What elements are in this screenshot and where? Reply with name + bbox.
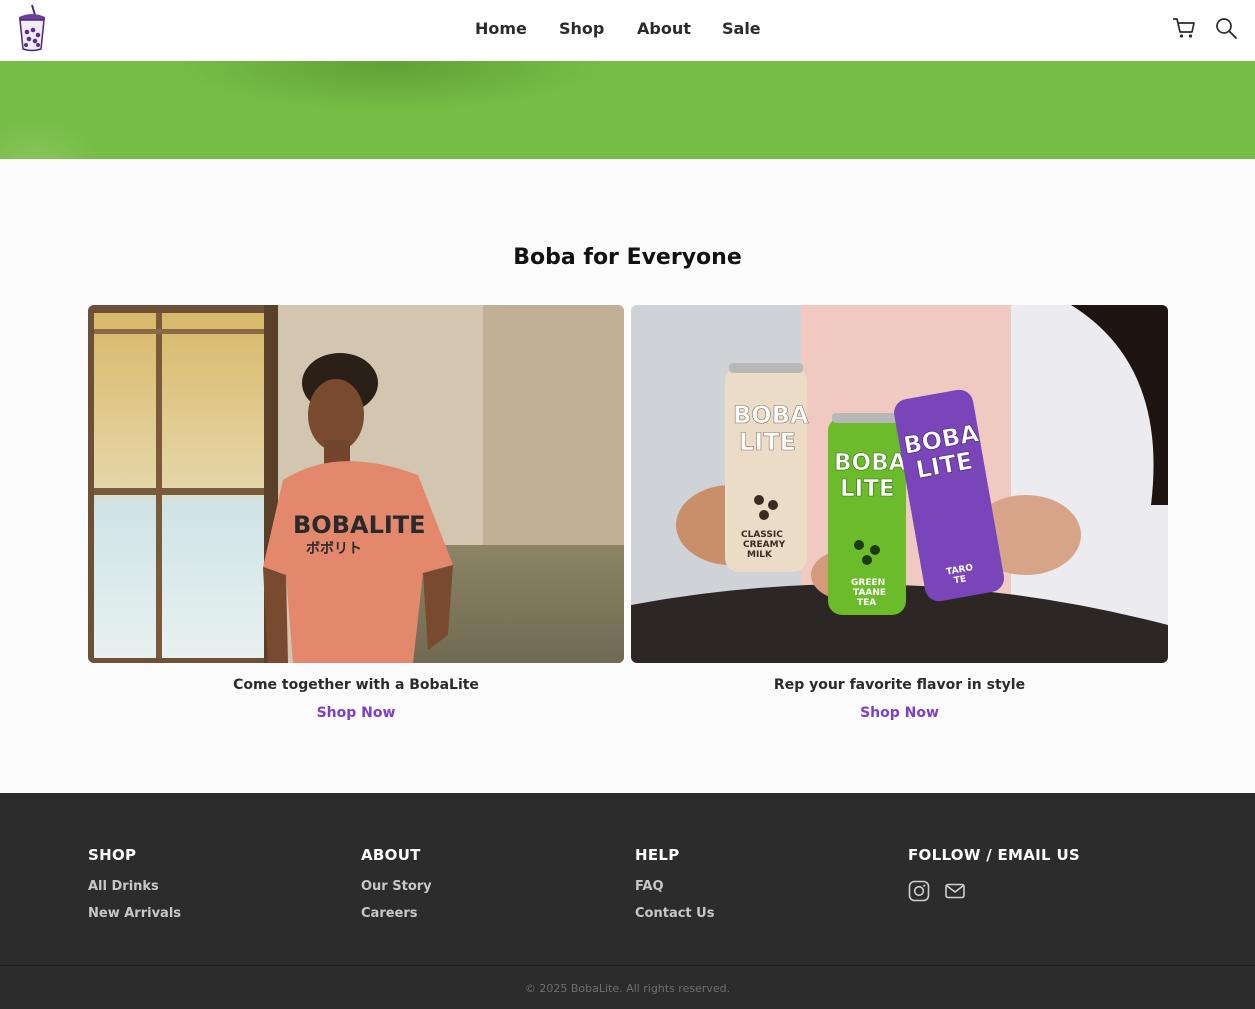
footer-heading-follow: FOLLOW / EMAIL US xyxy=(908,846,1081,864)
footer-column-follow: FOLLOW / EMAIL US xyxy=(908,846,1080,902)
footer-column-about: ABOUT Our Story Careers xyxy=(361,846,432,934)
footer-link-all-drinks[interactable]: All Drinks xyxy=(88,880,181,894)
footer-link-faq[interactable]: FAQ xyxy=(635,880,714,894)
boba-cup-logo-icon[interactable] xyxy=(14,3,50,53)
footer-link-contact-us[interactable]: Contact Us xyxy=(635,907,714,921)
section-title: Boba for Everyone xyxy=(513,245,742,270)
search-icon[interactable] xyxy=(1214,16,1238,40)
social-links xyxy=(908,880,1080,902)
instagram-icon[interactable] xyxy=(908,880,930,902)
nav-shop[interactable]: Shop xyxy=(559,18,604,40)
footer-link-careers[interactable]: Careers xyxy=(361,907,432,921)
card-caption-2: Rep your favorite flavor in style xyxy=(773,677,1026,693)
shop-now-link-1[interactable]: Shop Now xyxy=(88,705,624,721)
footer-divider xyxy=(0,965,1255,966)
card-caption-1: Come together with a BobaLite xyxy=(233,677,479,693)
can2-brand-line1: BOBA xyxy=(834,450,907,476)
nav-home[interactable]: Home xyxy=(475,18,527,40)
can2-flavor-3: TEA xyxy=(857,598,876,608)
can1-flavor-1: CLASSIC xyxy=(741,530,783,540)
card-image-tshirt[interactable]: BOBALITE ボボリト xyxy=(88,305,624,663)
can2-flavor-2: TAANE xyxy=(853,588,886,598)
card-image-cans[interactable]: BOBA LITE CLASSIC CREAMY MILK BOBA LITE … xyxy=(631,305,1168,663)
cart-icon[interactable] xyxy=(1172,17,1196,39)
nav-sale[interactable]: Sale xyxy=(722,18,761,40)
footer-link-new-arrivals[interactable]: New Arrivals xyxy=(88,907,181,921)
footer-link-our-story[interactable]: Our Story xyxy=(361,880,432,894)
shirt-sub-text: ボボリト xyxy=(306,541,362,557)
shirt-brand-text: BOBALITE xyxy=(293,511,426,539)
can2-brand-line2: LITE xyxy=(840,476,895,502)
footer-column-shop: SHOP All Drinks New Arrivals xyxy=(88,846,181,934)
can1-flavor-2: CREAMY xyxy=(743,540,786,550)
footer-heading-about: ABOUT xyxy=(361,846,421,864)
shop-now-link-2[interactable]: Shop Now xyxy=(631,705,1168,721)
can1-flavor-3: MILK xyxy=(747,550,773,560)
can2-flavor-1: GREEN xyxy=(851,578,885,588)
footer-column-help: HELP FAQ Contact Us xyxy=(635,846,714,934)
copyright-text: © 2025 BobaLite. All rights reserved. xyxy=(524,982,731,995)
site-footer: SHOP All Drinks New Arrivals ABOUT Our S… xyxy=(0,793,1255,1009)
footer-heading-shop: SHOP xyxy=(88,846,137,864)
hero-banner xyxy=(0,61,1255,159)
site-header: Home Shop About Sale xyxy=(0,0,1255,61)
can1-brand-line2: LITE xyxy=(739,428,796,456)
can1-brand-line1: BOBA xyxy=(733,401,809,429)
mail-icon[interactable] xyxy=(944,880,966,902)
nav-about[interactable]: About xyxy=(637,18,691,40)
footer-heading-help: HELP xyxy=(635,846,680,864)
can3-flavor-2: TE xyxy=(953,574,967,586)
